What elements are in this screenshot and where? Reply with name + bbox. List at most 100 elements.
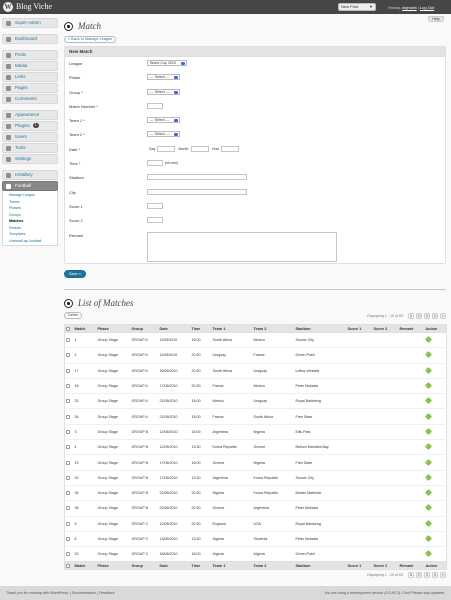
page-3-link[interactable]: 3	[424, 313, 430, 319]
edit-icon[interactable]	[424, 427, 432, 435]
team1-select[interactable]: --- Select ---	[147, 117, 181, 124]
row-checkbox[interactable]	[66, 429, 70, 434]
row-checkbox[interactable]	[66, 445, 70, 450]
menu-plugins[interactable]: Plugins 1	[2, 121, 58, 131]
logout-link[interactable]: Log Out	[420, 5, 434, 10]
edit-icon[interactable]	[424, 412, 432, 420]
row-checkbox[interactable]	[66, 414, 70, 419]
column-header[interactable]: Phase	[96, 324, 131, 333]
menu-posts[interactable]: Posts	[2, 50, 58, 60]
team2-cell: Mexico	[252, 377, 295, 394]
edit-icon[interactable]	[424, 397, 432, 405]
edit-icon[interactable]	[424, 534, 432, 543]
select-all-checkbox[interactable]	[66, 326, 70, 331]
league-select[interactable]: World Cup 2010	[147, 60, 187, 66]
menu-tools[interactable]: Tools	[2, 143, 58, 153]
username-link[interactable]: nighorta	[402, 5, 416, 10]
page-1-link[interactable]: 1	[408, 572, 414, 578]
page-4-link[interactable]: 4	[432, 313, 438, 319]
menu-pages[interactable]: Pages	[2, 83, 58, 93]
edit-icon[interactable]	[424, 489, 432, 497]
group-label: Group *	[69, 89, 83, 95]
wordpress-logo-icon[interactable]: W	[3, 2, 13, 12]
column-header[interactable]: Match	[73, 324, 97, 333]
column-header[interactable]: Remark	[398, 324, 425, 333]
day-input[interactable]	[157, 145, 176, 152]
menu-super-admin[interactable]: Super Admin	[2, 18, 58, 28]
column-header[interactable]: Score 2	[372, 324, 399, 333]
edit-icon[interactable]	[424, 381, 432, 390]
time-input[interactable]	[147, 160, 163, 167]
site-title[interactable]: Blog Viche	[16, 2, 52, 11]
group-select[interactable]: --- Select ---	[147, 88, 181, 95]
score2-input[interactable]	[147, 217, 163, 224]
menu-users[interactable]: Users	[2, 132, 58, 142]
row-checkbox[interactable]	[66, 491, 70, 496]
edit-icon[interactable]	[424, 458, 432, 466]
edit-icon[interactable]	[424, 351, 432, 359]
select-all-checkbox[interactable]	[66, 563, 70, 568]
menu-ivgallery[interactable]: IvGallery	[2, 170, 58, 180]
edit-icon[interactable]	[424, 336, 432, 344]
column-header[interactable]: Score 1	[346, 324, 373, 333]
menu-comments[interactable]: Comments	[2, 94, 58, 104]
edit-icon[interactable]	[424, 366, 432, 374]
stadium-input[interactable]	[147, 174, 247, 181]
column-footer: Stadium	[294, 561, 347, 570]
menu-settings[interactable]: Settings	[2, 154, 58, 164]
group-cell: GROUP C	[130, 530, 159, 547]
edit-icon[interactable]	[424, 519, 432, 527]
menu-dashboard[interactable]: Dashboard	[2, 34, 58, 44]
column-header[interactable]: Date	[158, 324, 191, 333]
remark-textarea[interactable]	[147, 231, 337, 262]
row-checkbox[interactable]	[66, 384, 70, 389]
list-title: List of Matches	[78, 298, 134, 308]
year-input[interactable]	[220, 145, 239, 152]
phase-select[interactable]: --- Select ---	[147, 74, 181, 81]
row-checkbox[interactable]	[66, 521, 70, 526]
page-1-link[interactable]: 1	[408, 313, 414, 319]
row-checkbox[interactable]	[66, 475, 70, 480]
next-page-link[interactable]: »	[440, 313, 446, 319]
row-checkbox[interactable]	[66, 368, 70, 373]
column-header[interactable]: Team 2	[252, 324, 295, 333]
page-3-link[interactable]: 3	[424, 572, 430, 578]
row-checkbox[interactable]	[66, 506, 70, 511]
city-input[interactable]	[147, 188, 247, 195]
row-checkbox[interactable]	[66, 460, 70, 465]
match-number-cell: 2	[73, 347, 97, 364]
menu-football[interactable]: Football	[2, 181, 58, 191]
score1-input[interactable]	[147, 202, 163, 209]
save-button[interactable]: Save »	[64, 269, 86, 278]
menu-links[interactable]: Links	[2, 72, 58, 82]
time-cell: 13:30	[190, 439, 212, 455]
phase-row: Phase --- Select ---	[65, 71, 445, 85]
column-header[interactable]: Group	[130, 324, 159, 333]
column-header[interactable]: Time	[190, 324, 212, 333]
row-checkbox[interactable]	[66, 338, 70, 343]
page-4-link[interactable]: 4	[432, 572, 438, 578]
edit-icon[interactable]	[424, 473, 432, 481]
next-page-link[interactable]: »	[440, 572, 446, 578]
menu-appearance[interactable]: Appearance	[2, 110, 58, 120]
row-checkbox[interactable]	[66, 552, 70, 557]
submenu-uninstall[interactable]: Uninstall wp-football	[3, 238, 57, 245]
row-checkbox[interactable]	[66, 399, 70, 404]
team2-select[interactable]: --- Select ---	[147, 131, 181, 138]
edit-icon[interactable]	[424, 504, 432, 512]
page-2-link[interactable]: 2	[416, 313, 422, 319]
page-2-link[interactable]: 2	[416, 572, 422, 578]
back-to-manage-league-link[interactable]: « Back to Manage League	[64, 36, 117, 43]
edit-icon[interactable]	[424, 550, 432, 558]
new-post-dropdown[interactable]: New Post ▼	[338, 3, 376, 11]
match-number-input[interactable]	[147, 102, 163, 109]
menu-media[interactable]: Media	[2, 61, 58, 71]
match-number-cell: 4	[73, 439, 97, 455]
column-header[interactable]: Team 1	[211, 324, 253, 333]
row-checkbox[interactable]	[66, 537, 70, 542]
row-checkbox[interactable]	[66, 353, 70, 358]
month-input[interactable]	[190, 145, 209, 152]
column-header[interactable]: Stadium	[294, 324, 347, 333]
delete-button[interactable]: Delete	[64, 312, 83, 319]
edit-icon[interactable]	[424, 443, 432, 451]
